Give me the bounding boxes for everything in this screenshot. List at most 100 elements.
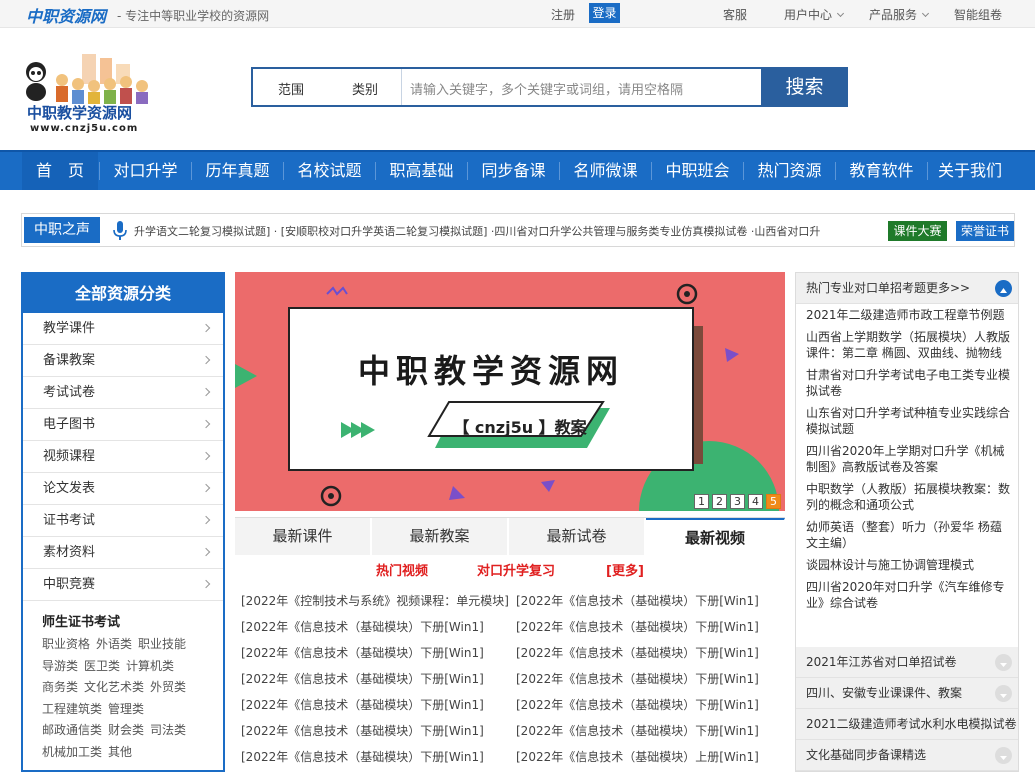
search-divider [401,69,402,105]
accordion-header[interactable]: 四川、安徽专业课课件、教案 [796,678,1018,709]
smart-paper-link[interactable]: 智能组卷 [954,6,1002,23]
nav-item-hot-resources[interactable]: 热门资源 [744,152,835,190]
list-item[interactable]: [2022年《信息技术（基础模块）下册[Win1] [516,670,759,687]
courseware-contest-button[interactable]: 课件大赛 [888,221,947,241]
register-link[interactable]: 注册 [551,6,575,23]
list-item[interactable]: [2022年《信息技术（基础模块）下册[Win1] [241,618,484,635]
products-menu[interactable]: 产品服务 [869,6,930,23]
cert-tag[interactable]: 财会类 [108,723,144,737]
cert-tag[interactable]: 邮政通信类 [42,723,102,737]
accordion-header[interactable]: 2021二级建造师考试水利水电模拟试卷 [796,709,1018,740]
sidebar-item-label: 论文发表 [43,481,96,496]
banner-page-button[interactable]: 3 [730,494,745,509]
cert-tag[interactable]: 其他 [108,745,132,759]
list-item[interactable]: [2022年《控制技术与系统》视频课程：单元模块] [241,592,509,609]
list-item[interactable]: [2022年《信息技术（基础模块）下册[Win1] [241,696,484,713]
list-item[interactable]: [2022年《信息技术（基础模块）下册[Win1] [241,748,484,765]
tab-latest-courseware[interactable]: 最新课件 [235,518,371,555]
main-nav: 首 页 对口升学 历年真题 名校试题 职高基础 同步备课 名师微课 中职班会 热… [0,150,1035,190]
nav-item-school-tests[interactable]: 名校试题 [284,152,375,190]
sidebar-item-materials[interactable]: 素材资料 [23,537,223,569]
banner-page-button[interactable]: 2 [712,494,727,509]
list-item[interactable]: 2021年二级建造师市政工程章节例题 [806,307,1012,323]
list-item[interactable]: 谈园林设计与施工协调管理模式 [806,557,1012,573]
list-item[interactable]: [2022年《信息技术（基础模块）下册[Win1] [516,722,759,739]
accordion-header-hot-topics[interactable]: 热门专业对口单招考题更多>> [796,273,1018,304]
cert-tag[interactable]: 计算机类 [126,659,174,673]
honor-certificate-button[interactable]: 荣誉证书 [956,221,1014,241]
sidebar-item-papers[interactable]: 论文发表 [23,473,223,505]
sidebar-item-certificates[interactable]: 证书考试 [23,505,223,537]
exam-review-link[interactable]: 对口升学复习 [477,560,555,579]
accordion-content: 2021年二级建造师市政工程章节例题 山西省上学期数学（拓展模块）人教版课件：第… [796,304,1018,611]
nav-item-home[interactable]: 首 页 [22,152,98,190]
nav-item-lesson-prep[interactable]: 同步备课 [468,152,559,190]
list-item[interactable]: [2022年《信息技术（基础模块）下册[Win1] [516,592,759,609]
list-item[interactable]: [2022年《信息技术（基础模块）上册[Win1] [516,748,759,765]
tab-latest-videos[interactable]: 最新视频 [646,518,785,555]
list-item[interactable]: 山西省上学期数学（拓展模块）人教版课件：第二章 椭圆、双曲线、抛物线 [806,329,1012,361]
category-select[interactable]: 类别 [352,79,378,98]
cert-tag[interactable]: 职业资格 [42,637,90,651]
nav-item-basics[interactable]: 职高基础 [376,152,467,190]
nav-item-exam-entry[interactable]: 对口升学 [100,152,191,190]
list-item[interactable]: 四川省2020年对口升学《汽车维修专业》综合试卷 [806,579,1012,611]
list-item[interactable]: 四川省2020年上学期对口升学《机械制图》高教版试卷及答案 [806,443,1012,475]
accordion-header[interactable]: 2021年江苏省对口单招试卷 [796,647,1018,678]
cert-tag[interactable]: 司法类 [150,723,186,737]
list-item[interactable]: 中职数学（人教版）拓展模块教案：数列的概念和通项公式 [806,481,1012,513]
logo-image: 中职教学资源网 www.cnzj5u.com [26,54,148,134]
sidebar-item-lesson-plans[interactable]: 备课教案 [23,345,223,377]
list-item[interactable]: [2022年《信息技术（基础模块）下册[Win1] [241,644,484,661]
sidebar-item-ebooks[interactable]: 电子图书 [23,409,223,441]
list-item[interactable]: 甘肃省对口升学考试电子电工类专业模拟试卷 [806,367,1012,399]
cert-tag[interactable]: 工程建筑类 [42,702,102,716]
banner-page-button[interactable]: 1 [694,494,709,509]
accordion-header[interactable]: 文化基础同步备课精选 [796,740,1018,771]
ticker-label: 中职之声 [24,217,100,243]
sidebar-item-competitions[interactable]: 中职竞赛 [23,569,223,601]
ticker-text[interactable]: 升学语文二轮复习模拟试题] · [安顺职校对口升学英语二轮复习模拟试题] ·四川… [134,223,876,239]
cert-tag[interactable]: 管理类 [108,702,144,716]
cert-tag[interactable]: 机械加工类 [42,745,102,759]
list-item[interactable]: [2022年《信息技术（基础模块）下册[Win1] [516,696,759,713]
banner-page-button[interactable]: 4 [748,494,763,509]
news-ticker: 中职之声 升学语文二轮复习模拟试题] · [安顺职校对口升学英语二轮复习模拟试题… [21,213,1015,247]
hero-banner[interactable]: 中职教学资源网 【 cnzj5u 】教案 12345 [235,272,785,511]
list-item[interactable]: 幼师英语（整套）听力（孙爱华 杨蕴文主编） [806,519,1012,551]
cert-tag[interactable]: 外语类 [96,637,132,651]
nav-item-software[interactable]: 教育软件 [836,152,927,190]
site-brand[interactable]: 中职资源网 [26,3,106,27]
cert-tag[interactable]: 导游类 [42,659,78,673]
sidebar-item-courseware[interactable]: 教学课件 [23,313,223,345]
sidebar-item-exam-papers[interactable]: 考试试卷 [23,377,223,409]
cert-tag[interactable]: 医卫类 [84,659,120,673]
cert-tag[interactable]: 职业技能 [138,637,186,651]
list-item[interactable]: [2022年《信息技术（基础模块）下册[Win1] [516,618,759,635]
user-center-menu[interactable]: 用户中心 [784,6,845,23]
nav-item-about[interactable]: 关于我们 [928,152,1012,190]
list-item[interactable]: [2022年《信息技术（基础模块）下册[Win1] [516,644,759,661]
cert-tag[interactable]: 文化艺术类 [84,680,144,694]
cert-tag[interactable]: 外贸类 [150,680,186,694]
site-logo[interactable]: 中职教学资源网 www.cnzj5u.com [22,52,157,134]
search-button[interactable]: 搜索 [761,67,848,107]
cert-tag[interactable]: 商务类 [42,680,78,694]
sidebar-item-video-courses[interactable]: 视频课程 [23,441,223,473]
tab-latest-lesson-plans[interactable]: 最新教案 [372,518,508,555]
service-link[interactable]: 客服 [723,6,747,23]
tab-latest-exams[interactable]: 最新试卷 [509,518,645,555]
list-item[interactable]: [2022年《信息技术（基础模块）下册[Win1] [241,670,484,687]
banner-page-button-active[interactable]: 5 [766,494,781,509]
nav-item-micro-lessons[interactable]: 名师微课 [560,152,651,190]
list-item[interactable]: [2022年《信息技术（基础模块）下册[Win1] [241,722,484,739]
more-link[interactable]: [更多] [606,560,644,579]
scope-select[interactable]: 范围 [278,79,304,98]
hot-video-link[interactable]: 热门视频 [376,560,428,579]
search-input[interactable]: 请输入关键字，多个关键字或词组，请用空格隔 [410,79,683,98]
login-button[interactable]: 登录 [589,3,620,23]
nav-item-class-meeting[interactable]: 中职班会 [652,152,743,190]
svg-text:www.cnzj5u.com: www.cnzj5u.com [30,123,138,134]
list-item[interactable]: 山东省对口升学考试种植专业实践综合模拟试题 [806,405,1012,437]
nav-item-past-exams[interactable]: 历年真题 [192,152,283,190]
